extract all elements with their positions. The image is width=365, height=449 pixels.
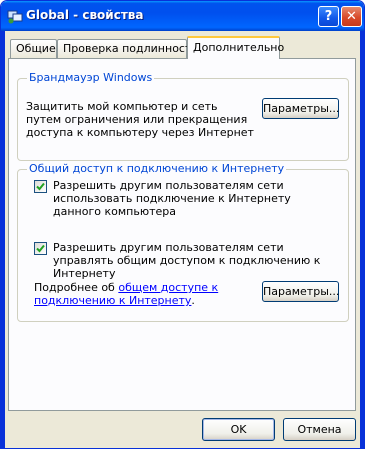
tab-advanced[interactable]: Дополнительно <box>187 36 284 59</box>
tab-authentication-label: Проверка подлинности <box>63 42 199 55</box>
allow-use-checkbox[interactable] <box>34 180 47 193</box>
window-frame-left <box>1 31 5 448</box>
cancel-button-label: Отмена <box>297 423 342 436</box>
tab-general-label: Общие <box>16 42 56 55</box>
firewall-settings-button[interactable]: Параметры... <box>262 98 339 119</box>
help-button[interactable]: ? <box>318 6 339 27</box>
internet-sharing-group-title: Общий доступ к подключению к Интернету <box>27 162 287 175</box>
allow-control-checkbox[interactable] <box>34 242 47 255</box>
sharing-settings-button[interactable]: Параметры... <box>262 281 339 302</box>
ok-button[interactable]: OK <box>202 418 275 441</box>
firewall-settings-label: Параметры... <box>263 102 340 115</box>
close-button[interactable]: ✕ <box>341 6 362 27</box>
title-bar[interactable]: Global - свойства ? ✕ <box>1 1 364 31</box>
tab-general[interactable]: Общие <box>10 39 57 58</box>
allow-use-label[interactable]: Разрешить другим пользователям сети испо… <box>53 179 313 218</box>
checkmark-icon <box>36 182 45 191</box>
tab-authentication[interactable]: Проверка подлинности <box>57 39 199 58</box>
network-connection-icon <box>7 10 23 24</box>
cancel-button[interactable]: Отмена <box>283 418 356 441</box>
firewall-description: Защитить мой компьютер и сеть путем огра… <box>26 100 254 139</box>
close-icon: ✕ <box>346 9 357 24</box>
more-info-suffix: . <box>191 294 195 307</box>
sharing-settings-label: Параметры... <box>263 285 340 298</box>
ok-button-label: OK <box>230 423 247 436</box>
advanced-tab-panel: Брандмауэр Windows Защитить мой компьюте… <box>8 58 356 411</box>
more-info-prefix: Подробнее об <box>34 281 119 294</box>
window-frame-right <box>360 31 364 448</box>
allow-control-label[interactable]: Разрешить другим пользователям сети упра… <box>53 241 338 280</box>
firewall-group: Брандмауэр Windows Защитить мой компьюте… <box>17 71 349 161</box>
properties-dialog: Global - свойства ? ✕ Общие Проверка под… <box>0 0 365 449</box>
checkmark-icon <box>36 244 45 253</box>
window-title: Global - свойства <box>26 8 144 22</box>
help-icon: ? <box>324 9 333 24</box>
internet-sharing-group: Общий доступ к подключению к Интернету Р… <box>17 162 349 322</box>
firewall-group-title: Брандмауэр Windows <box>27 71 155 84</box>
tab-advanced-label: Дополнительно <box>193 41 285 54</box>
more-info-text: Подробнее об общем доступе к подключению… <box>34 281 244 307</box>
